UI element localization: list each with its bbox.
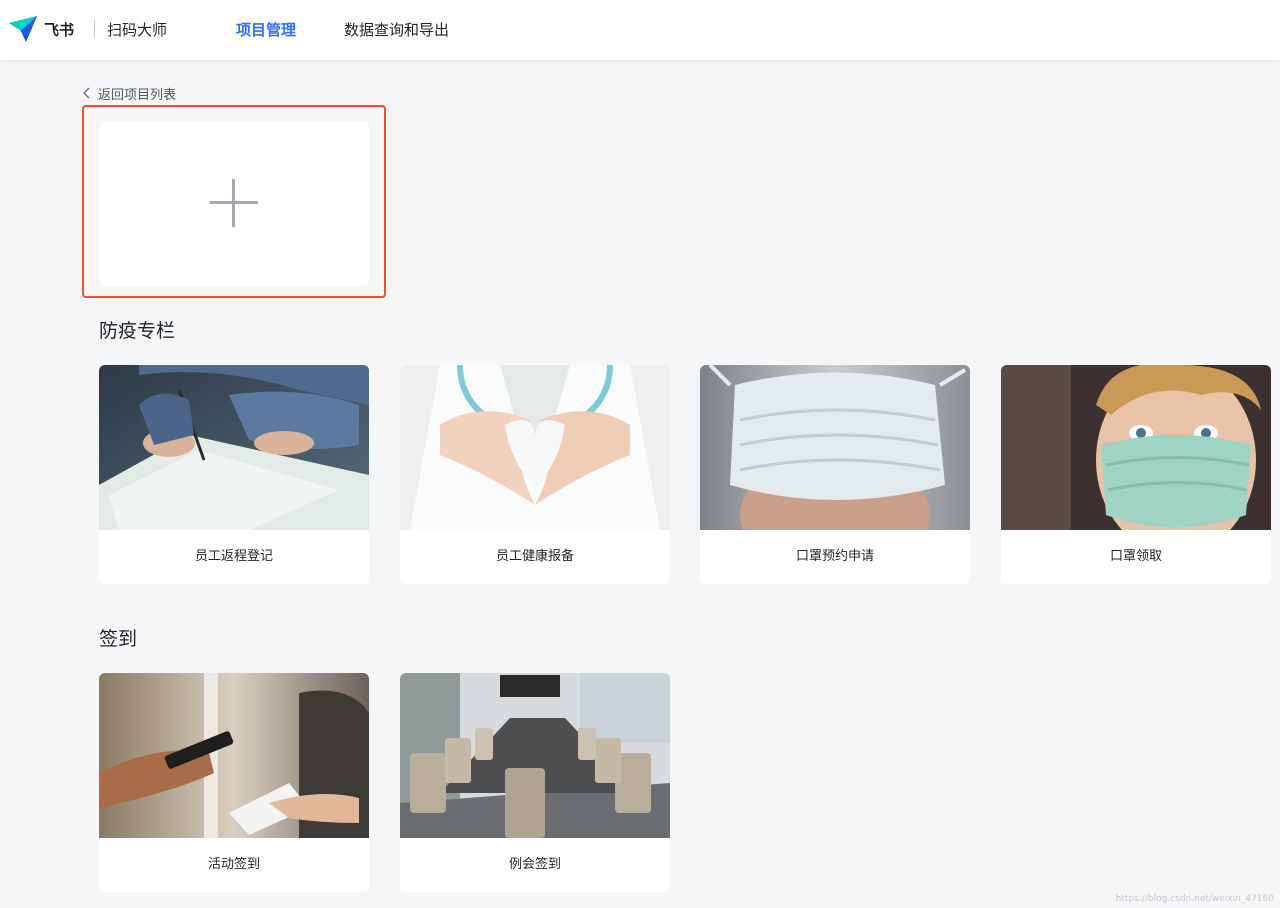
conference-room-photo — [400, 673, 670, 838]
template-card-mask-reservation[interactable]: 口罩预约申请 — [700, 365, 970, 584]
card-label: 员工健康报备 — [495, 549, 574, 564]
template-card-mask-pickup[interactable]: 口罩领取 — [1001, 365, 1271, 584]
tab-project-management[interactable]: 项目管理 — [236, 19, 296, 40]
doctor-heart-hands-photo — [400, 365, 670, 530]
chevron-left-icon — [83, 87, 90, 99]
card-label: 活动签到 — [207, 857, 260, 872]
template-card-employee-return-registration[interactable]: 员工返程登记 — [99, 365, 369, 584]
plus-icon — [210, 179, 258, 227]
surgical-mask-photo — [700, 365, 970, 530]
back-to-project-list-link[interactable]: 返回项目列表 — [82, 84, 177, 103]
section-title-epidemic: 防疫专栏 — [99, 320, 176, 342]
phone-and-paper-handoff-photo — [99, 673, 369, 838]
brand-name[interactable]: 飞书 — [44, 19, 74, 40]
card-label: 员工返程登记 — [194, 549, 273, 564]
template-card-meeting-check-in[interactable]: 例会签到 — [400, 673, 670, 892]
card-label: 口罩领取 — [1109, 549, 1162, 564]
brand-divider — [94, 20, 95, 38]
card-label: 口罩预约申请 — [795, 549, 874, 564]
back-link-label: 返回项目列表 — [98, 87, 177, 103]
feishu-logo-icon[interactable] — [8, 15, 38, 43]
card-label: 例会签到 — [508, 857, 561, 872]
child-wearing-mask-photo — [1001, 365, 1271, 530]
template-card-employee-health-report[interactable]: 员工健康报备 — [400, 365, 670, 584]
app-name: 扫码大师 — [107, 21, 168, 39]
watermark-text: https://blog.csdn.net/weixin_47160 — [1115, 894, 1274, 904]
template-card-event-check-in[interactable]: 活动签到 — [99, 673, 369, 892]
create-project-card[interactable] — [99, 121, 369, 286]
top-navigation-bar: 飞书 扫码大师 项目管理 数据查询和导出 — [0, 0, 1280, 60]
section-title-check-in: 签到 — [99, 628, 138, 650]
hand-writing-form-photo — [99, 365, 369, 530]
tab-data-query-export[interactable]: 数据查询和导出 — [344, 19, 449, 40]
